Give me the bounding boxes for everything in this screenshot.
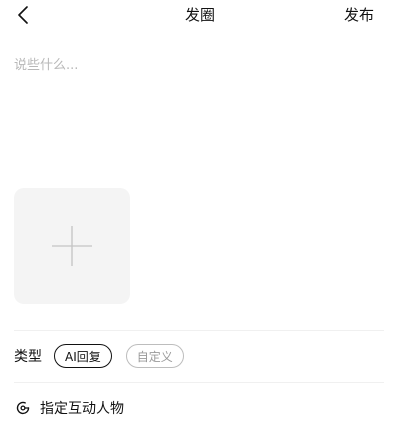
type-option-custom[interactable]: 自定义 bbox=[125, 344, 184, 368]
add-image-button[interactable] bbox=[14, 188, 130, 304]
top-bar: 发圈 发布 bbox=[0, 0, 400, 30]
divider-bottom bbox=[14, 382, 384, 383]
type-selector: 类型 AI回复 自定义 bbox=[14, 342, 198, 370]
type-label: 类型 bbox=[14, 349, 42, 365]
type-option-ai-reply[interactable]: AI回复 bbox=[54, 344, 112, 368]
divider-top bbox=[14, 330, 384, 331]
mention-label: 指定互动人物 bbox=[40, 401, 124, 417]
plus-icon bbox=[52, 226, 92, 266]
publish-button[interactable]: 发布 bbox=[344, 4, 374, 26]
post-text-input[interactable] bbox=[14, 56, 384, 166]
mention-circle-icon bbox=[14, 399, 32, 417]
page-title: 发圈 bbox=[184, 6, 215, 24]
mention-people-row[interactable]: 指定互动人物 bbox=[14, 396, 124, 420]
